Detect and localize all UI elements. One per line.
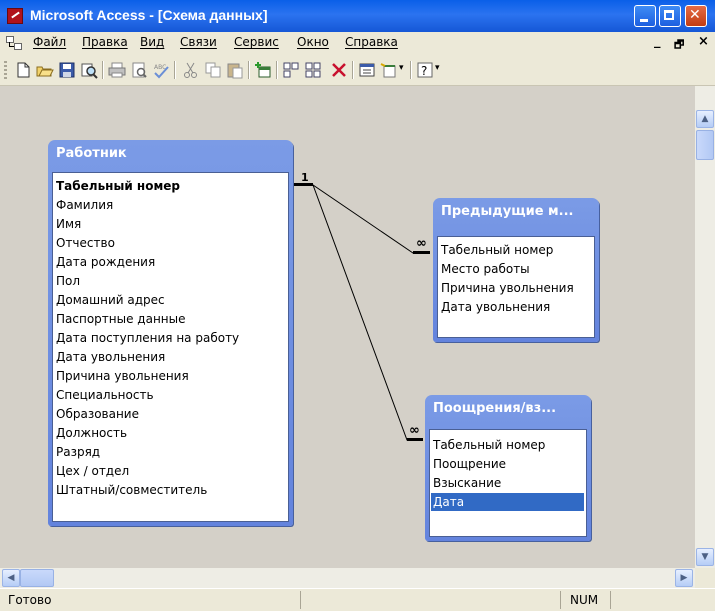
field-item[interactable]: Причина увольнения [56, 369, 189, 383]
table-title[interactable]: Работник [56, 146, 127, 161]
horizontal-scrollbar[interactable]: ◀ ▶ [0, 568, 695, 588]
field-item[interactable]: Пол [56, 274, 80, 288]
field-item[interactable]: Штатный/совместитель [56, 483, 207, 497]
field-item-selected[interactable]: Дата [431, 493, 584, 511]
field-item[interactable]: Паспортные данные [56, 312, 186, 326]
field-item[interactable]: Место работы [441, 262, 530, 276]
field-item[interactable]: Отчество [56, 236, 115, 250]
horizontal-scroll-thumb[interactable] [20, 569, 54, 587]
scroll-down-button[interactable]: ▼ [696, 548, 714, 566]
vertical-scrollbar[interactable]: ▲ ▼ [695, 86, 715, 568]
status-panel-divider [300, 591, 301, 609]
field-item[interactable]: Дата поступления на работу [56, 331, 239, 345]
table-title[interactable]: Поощрения/вз... [433, 401, 556, 416]
num-lock-indicator: NUM [570, 593, 599, 607]
field-item[interactable]: Табельный номер [433, 438, 545, 452]
field-item[interactable]: Специальность [56, 388, 154, 402]
relationship-line-rewards[interactable] [293, 184, 423, 441]
table-window-rewards[interactable]: Поощрения/вз... Табельный номер Поощрени… [425, 395, 591, 541]
scroll-up-button[interactable]: ▲ [696, 110, 714, 128]
field-item[interactable]: Дата увольнения [441, 300, 550, 314]
field-item[interactable]: Дата рождения [56, 255, 155, 269]
relationship-line-previous[interactable] [293, 184, 430, 254]
field-item[interactable]: Цех / отдел [56, 464, 129, 478]
status-text: Готово [8, 593, 52, 607]
status-bar: Готово NUM [0, 588, 715, 611]
field-item[interactable]: Табельный номер [441, 243, 553, 257]
field-item[interactable]: Фамилия [56, 198, 113, 212]
field-item[interactable]: Домашний адрес [56, 293, 165, 307]
field-list[interactable]: Табельный номер Фамилия Имя Отчество Дат… [52, 172, 289, 522]
many-side-marker-previous: ∞ [416, 236, 427, 251]
one-side-marker: 1 [301, 171, 309, 184]
field-item[interactable]: Образование [56, 407, 139, 421]
relation-end-rewards [407, 438, 423, 441]
scroll-left-button[interactable]: ◀ [2, 569, 20, 587]
field-item[interactable]: Имя [56, 217, 81, 231]
field-item[interactable]: Табельный номер [56, 179, 180, 193]
scroll-right-button[interactable]: ▶ [675, 569, 693, 587]
status-panel-divider [610, 591, 611, 609]
field-item[interactable]: Разряд [56, 445, 100, 459]
scrollbar-corner [695, 568, 715, 588]
vertical-scroll-thumb[interactable] [696, 130, 714, 160]
relation-end-previous [413, 251, 430, 254]
field-item[interactable]: Должность [56, 426, 127, 440]
field-list[interactable]: Табельный номер Поощрение Взыскание Дата [429, 429, 587, 537]
field-item[interactable]: Поощрение [433, 457, 506, 471]
table-window-previous-jobs[interactable]: Предыдущие м... Табельный номер Место ра… [433, 198, 599, 342]
field-item[interactable]: Дата увольнения [56, 350, 165, 364]
table-title[interactable]: Предыдущие м... [441, 204, 574, 219]
table-window-workers[interactable]: Работник Табельный номер Фамилия Имя Отч… [48, 140, 293, 526]
field-list[interactable]: Табельный номер Место работы Причина уво… [437, 236, 595, 338]
many-side-marker-rewards: ∞ [409, 423, 420, 438]
field-item[interactable]: Взыскание [433, 476, 501, 490]
field-item[interactable]: Причина увольнения [441, 281, 574, 295]
status-panel-divider [560, 591, 561, 609]
